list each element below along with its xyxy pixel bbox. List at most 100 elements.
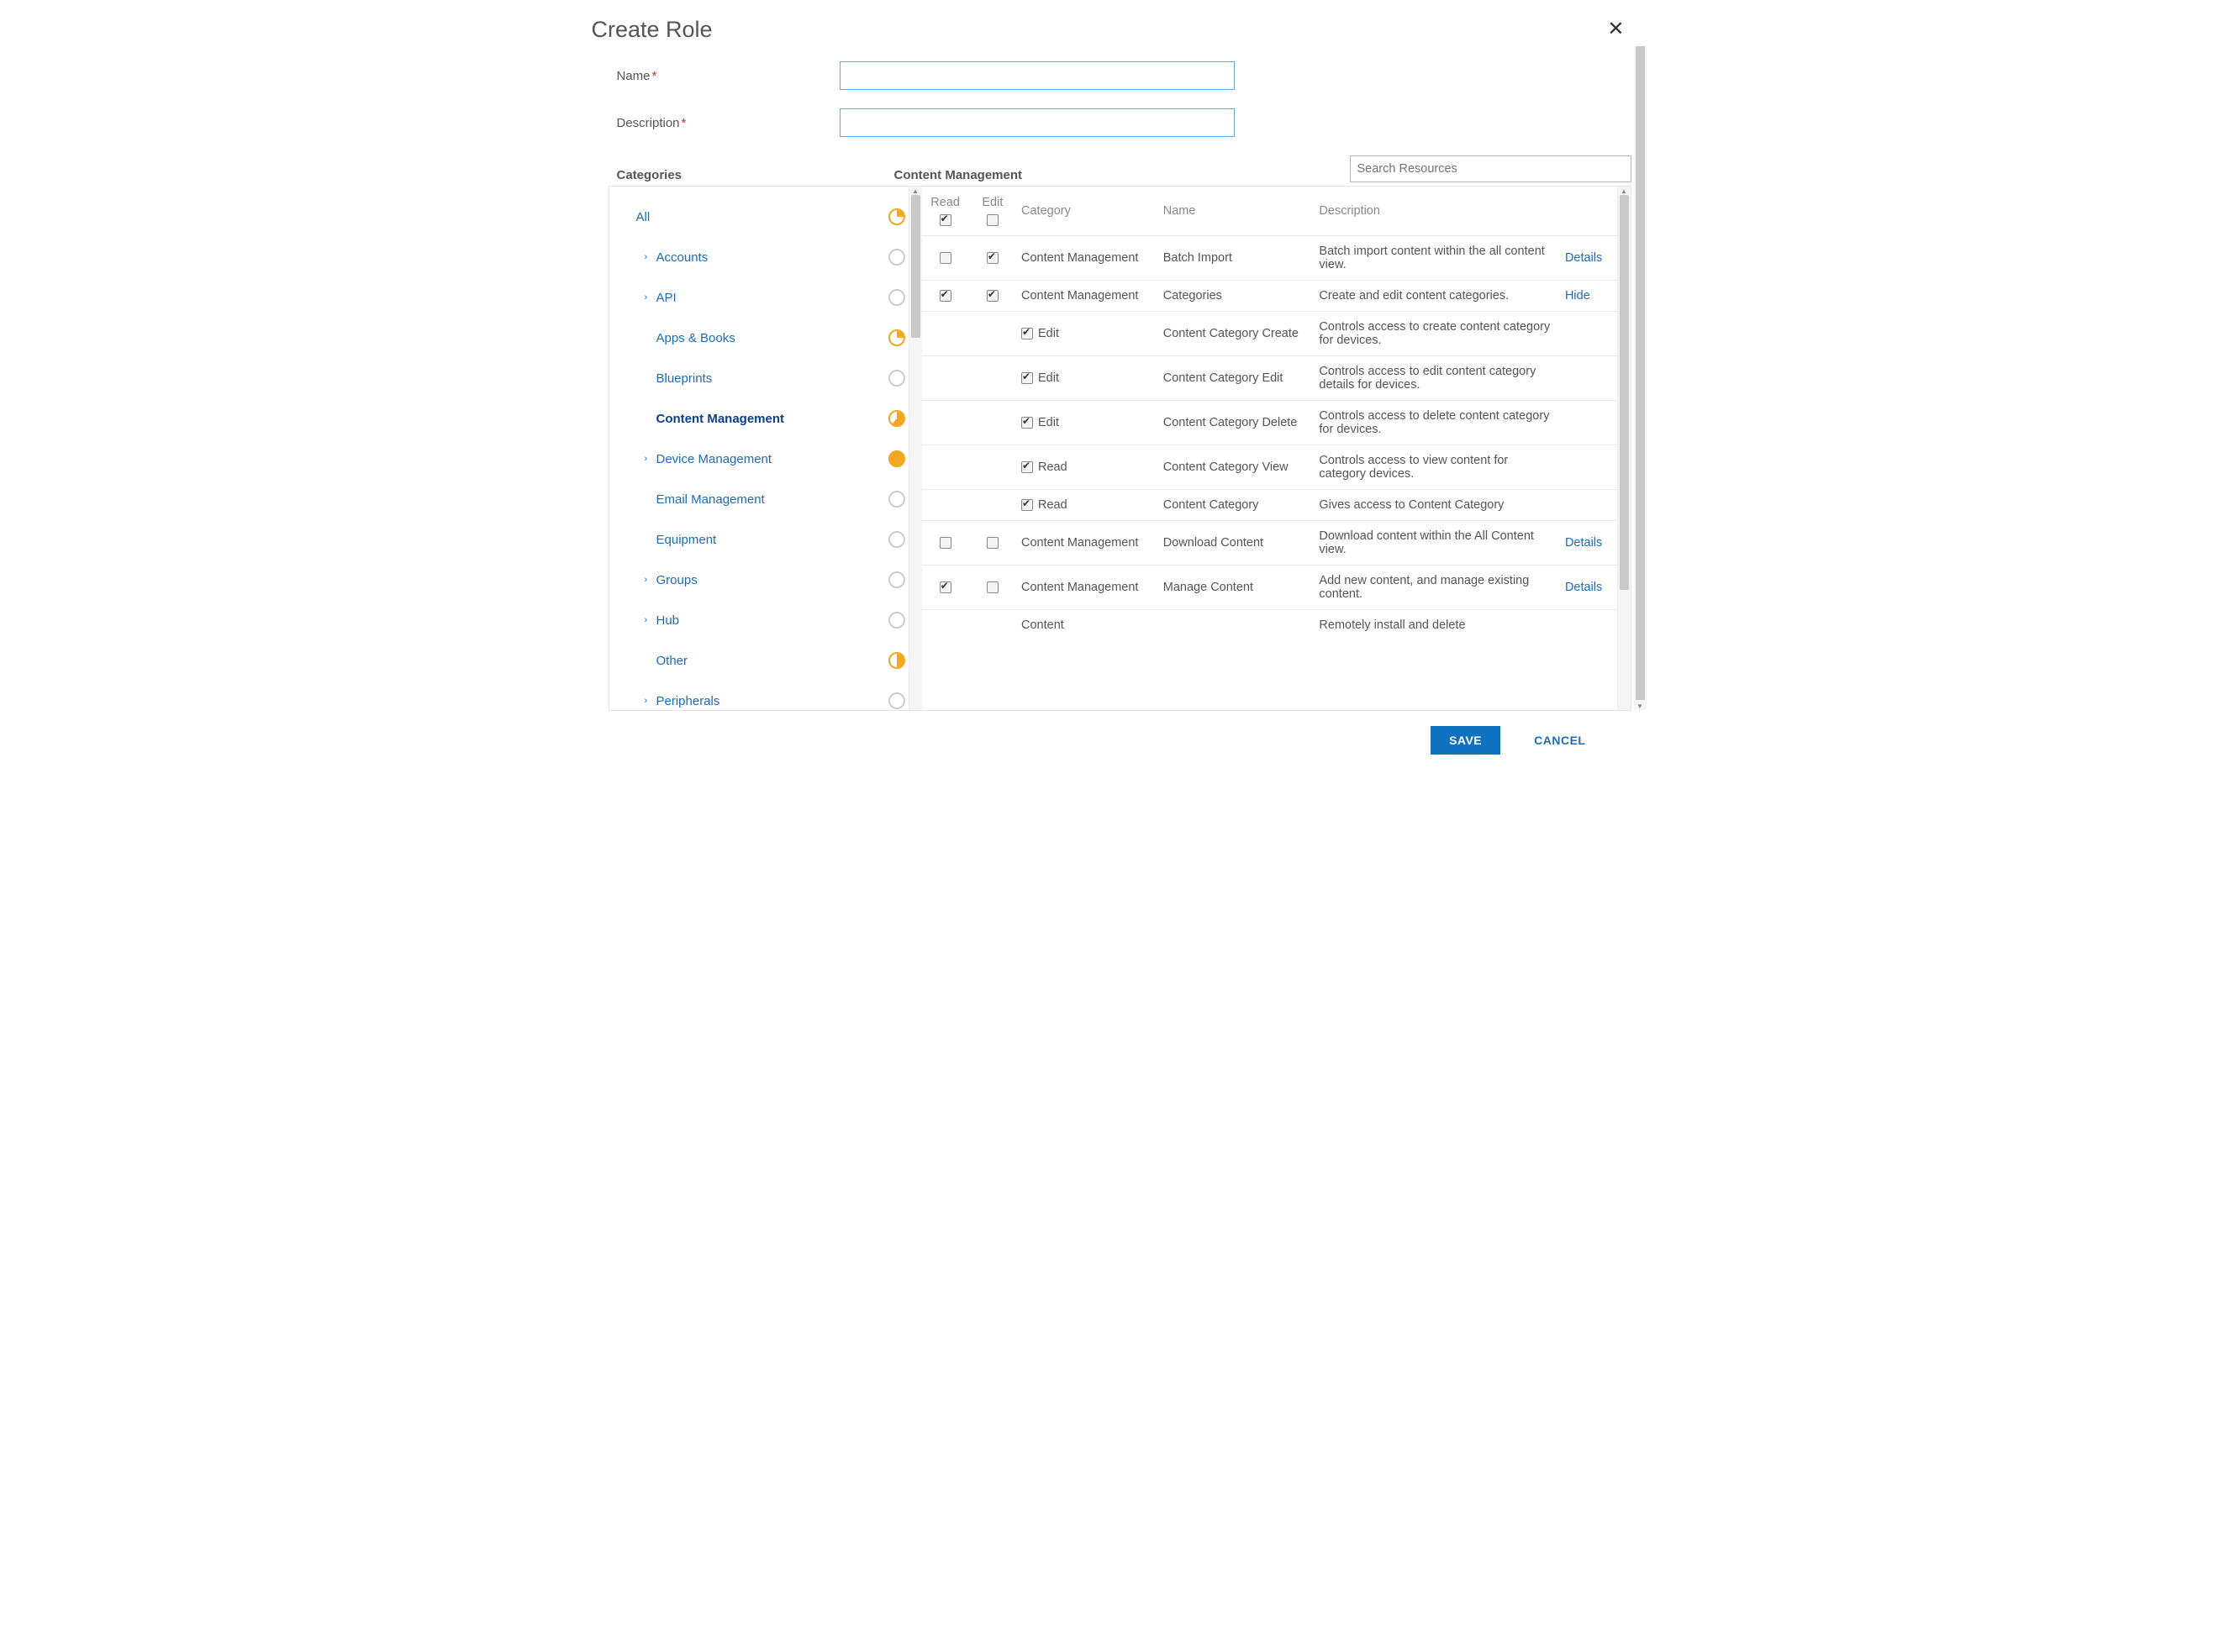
permission-checkbox[interactable] — [987, 537, 999, 549]
completion-pie-icon — [888, 531, 905, 548]
row-action-link[interactable]: Details — [1565, 536, 1602, 550]
row-name — [1158, 609, 1315, 640]
row-action-link[interactable]: Hide — [1565, 289, 1590, 303]
row-description: Add new content, and manage existing con… — [1314, 565, 1560, 609]
category-item[interactable]: ›Device Management — [625, 439, 909, 479]
category-label: Email Management — [656, 492, 888, 507]
category-item[interactable]: ›API — [625, 277, 909, 318]
category-label: Equipment — [656, 533, 888, 547]
row-category: Content Management — [1016, 280, 1158, 311]
category-item[interactable]: Content Management — [625, 398, 909, 439]
completion-pie-icon — [888, 329, 905, 346]
row-action — [1560, 445, 1617, 489]
search-input[interactable] — [1350, 155, 1631, 182]
row-description: Controls access to view content for cate… — [1314, 445, 1560, 489]
row-name: Content Category Delete — [1158, 400, 1315, 445]
chevron-right-icon: › — [645, 454, 653, 464]
row-description: Create and edit content categories. — [1314, 280, 1560, 311]
category-item[interactable]: ›Hub — [625, 600, 909, 640]
category-label: Device Management — [656, 452, 888, 466]
chevron-right-icon: › — [645, 615, 653, 625]
row-name: Content Category — [1158, 489, 1315, 520]
col-name-header: Name — [1158, 187, 1315, 235]
category-label: Content Management — [656, 412, 888, 426]
sub-permission-label: Read — [1038, 498, 1067, 512]
cancel-button[interactable]: CANCEL — [1529, 733, 1590, 748]
read-all-checkbox[interactable] — [940, 214, 951, 226]
table-row: Content ManagementBatch ImportBatch impo… — [922, 235, 1617, 280]
category-label: Peripherals — [656, 694, 888, 708]
permission-checkbox[interactable] — [940, 537, 951, 549]
row-category: Content Management — [1016, 520, 1158, 565]
permission-checkbox[interactable] — [987, 252, 999, 264]
completion-pie-icon — [888, 450, 905, 467]
description-input[interactable] — [840, 108, 1235, 137]
row-description: Controls access to create content catego… — [1314, 311, 1560, 355]
table-row: EditContent Category DeleteControls acce… — [922, 400, 1617, 445]
table-row: EditContent Category EditControls access… — [922, 355, 1617, 400]
category-item[interactable]: ›Groups — [625, 560, 909, 600]
permission-checkbox[interactable] — [940, 290, 951, 302]
sub-permission-label: Edit — [1038, 327, 1059, 340]
category-item[interactable]: Email Management — [625, 479, 909, 519]
table-row: Content ManagementCategoriesCreate and e… — [922, 280, 1617, 311]
row-description: Controls access to edit content category… — [1314, 355, 1560, 400]
completion-pie-icon — [888, 208, 905, 225]
completion-pie-icon — [888, 289, 905, 306]
row-category: Content Management — [1016, 235, 1158, 280]
row-description: Remotely install and delete — [1314, 609, 1560, 640]
row-description: Gives access to Content Category — [1314, 489, 1560, 520]
table-row: Content ManagementManage ContentAdd new … — [922, 565, 1617, 609]
table-row: Edit Content Category CreateControls acce… — [922, 311, 1617, 355]
name-input[interactable] — [840, 61, 1235, 90]
category-item[interactable]: ›Accounts — [625, 237, 909, 277]
row-action-link[interactable]: Details — [1565, 581, 1602, 594]
permission-checkbox[interactable] — [987, 581, 999, 593]
col-edit-header: Edit — [982, 196, 1003, 209]
col-category-header: Category — [1016, 187, 1158, 235]
completion-pie-icon — [888, 410, 905, 427]
row-name: Batch Import — [1158, 235, 1315, 280]
category-label: Blueprints — [656, 371, 888, 386]
category-item[interactable]: Equipment — [625, 519, 909, 560]
chevron-right-icon: › — [645, 575, 653, 585]
row-action-link[interactable]: Details — [1565, 251, 1602, 265]
category-item[interactable]: Blueprints — [625, 358, 909, 398]
name-label: Name* — [592, 69, 840, 83]
col-read-header: Read — [930, 196, 960, 209]
row-name: Content Category Create — [1158, 311, 1315, 355]
table-scrollbar[interactable]: ▲ — [1617, 187, 1631, 710]
permission-checkbox[interactable] — [940, 581, 951, 593]
chevron-right-icon: › — [645, 292, 653, 303]
category-item[interactable]: Other — [625, 640, 909, 681]
sub-permission-label: Edit — [1038, 416, 1059, 429]
sub-permission-checkbox[interactable] — [1021, 372, 1033, 384]
table-row: Content ManagementDownload ContentDownlo… — [922, 520, 1617, 565]
completion-pie-icon — [888, 249, 905, 266]
completion-pie-icon — [888, 370, 905, 387]
category-label: Hub — [656, 613, 888, 628]
col-description-header: Description — [1314, 187, 1560, 235]
categories-heading: Categories — [592, 168, 894, 182]
row-action — [1560, 355, 1617, 400]
sub-permission-checkbox[interactable] — [1021, 328, 1033, 339]
category-item[interactable]: Apps & Books — [625, 318, 909, 358]
category-item[interactable]: ›Peripherals — [625, 681, 909, 710]
permission-checkbox[interactable] — [940, 252, 951, 264]
sub-permission-checkbox[interactable] — [1021, 461, 1033, 473]
row-action — [1560, 400, 1617, 445]
sidebar-scrollbar[interactable]: ▲ — [909, 187, 922, 710]
category-label: Apps & Books — [656, 331, 888, 345]
sub-permission-checkbox[interactable] — [1021, 417, 1033, 429]
sub-permission-checkbox[interactable] — [1021, 499, 1033, 511]
completion-pie-icon — [888, 652, 905, 669]
edit-all-checkbox[interactable] — [987, 214, 999, 226]
close-icon[interactable]: ✕ — [1607, 17, 1624, 41]
completion-pie-icon — [888, 692, 905, 709]
permission-checkbox[interactable] — [987, 290, 999, 302]
completion-pie-icon — [888, 571, 905, 588]
category-item[interactable]: All — [625, 197, 909, 237]
save-button[interactable]: SAVE — [1431, 726, 1500, 755]
row-category: Content Management — [1016, 565, 1158, 609]
dialog-scrollbar[interactable]: ▼ — [1634, 46, 1647, 710]
